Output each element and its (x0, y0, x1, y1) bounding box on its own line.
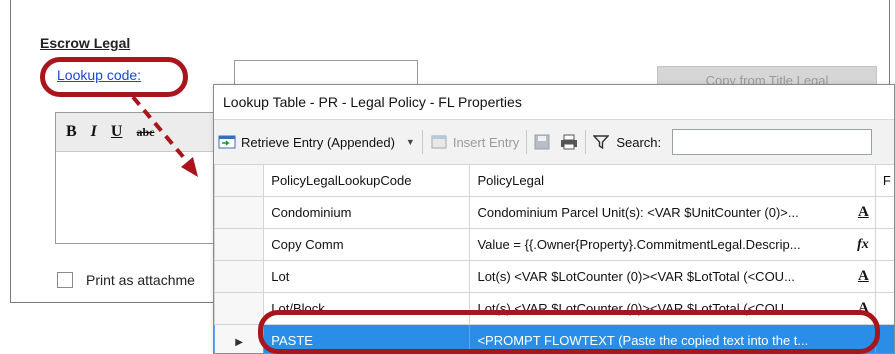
cell-extra (874, 292, 894, 325)
row-header-corner (214, 164, 265, 197)
retrieve-entry-button[interactable]: Retrieve Entry (Appended) ▼ (214, 127, 419, 157)
toolbar-separator (526, 130, 528, 154)
save-icon (534, 134, 552, 150)
table-row[interactable]: Lot Lot(s) <VAR $LotCounter (0)><VAR $Lo… (214, 260, 894, 293)
underline-button[interactable]: U (111, 123, 123, 141)
table-row[interactable]: Copy Comm Value = {{.Owner{Property}.Com… (214, 228, 894, 261)
cell-code[interactable]: Condominium (263, 196, 471, 229)
italic-button[interactable]: I (91, 123, 97, 141)
row-selector[interactable] (214, 260, 265, 293)
legal-text: Value = {{.Owner{Property}.CommitmentLeg… (477, 237, 801, 252)
dropdown-chevron-icon[interactable]: ▼ (406, 137, 415, 147)
strikethrough-button[interactable]: abc (136, 125, 154, 140)
toolbar-separator (585, 130, 587, 154)
cell-code[interactable]: Lot/Block (263, 292, 471, 325)
row-selector[interactable] (214, 196, 265, 229)
retrieve-icon (218, 134, 236, 150)
toolbar-separator (421, 130, 423, 154)
cell-extra (874, 228, 894, 261)
column-header-code[interactable]: PolicyLegalLookupCode (263, 164, 471, 197)
escrow-legal-title: Escrow Legal (40, 35, 131, 51)
print-as-attachment-checkbox[interactable] (57, 272, 73, 288)
text-type-icon: A (857, 204, 869, 220)
lookup-grid: PolicyLegalLookupCode PolicyLegal F Cond… (214, 164, 894, 353)
retrieve-entry-label: Retrieve Entry (Appended) (241, 134, 395, 150)
cell-extra (874, 196, 894, 229)
save-button[interactable] (530, 127, 556, 157)
rte-toolbar: B I U abc (56, 113, 229, 152)
search-input[interactable] (672, 129, 873, 155)
column-header-extra[interactable]: F (874, 164, 894, 197)
row-selector[interactable] (214, 292, 265, 325)
legal-text: <PROMPT FLOWTEXT (Paste the copied text … (477, 333, 809, 348)
cell-legal[interactable]: Lot(s) <VAR $LotCounter (0)><VAR $LotTot… (469, 260, 876, 293)
insert-icon (430, 134, 448, 150)
window-title: Lookup Table - PR - Legal Policy - FL Pr… (214, 85, 894, 120)
text-type-icon: A (857, 300, 869, 316)
cell-code[interactable]: PASTE (263, 324, 471, 353)
window-toolbar: Retrieve Entry (Appended) ▼ Insert Entry (214, 120, 894, 165)
formula-icon: fx (857, 236, 869, 252)
cell-legal[interactable]: <PROMPT FLOWTEXT (Paste the copied text … (469, 324, 876, 353)
cell-legal[interactable]: Lot(s) <VAR $LotCounter (0)><VAR $LotTot… (469, 292, 876, 325)
row-selector[interactable]: ▶ (214, 324, 265, 353)
cell-code[interactable]: Copy Comm (263, 228, 471, 261)
highlight-oval-lookup (40, 57, 188, 97)
printer-icon (560, 134, 578, 150)
cell-extra (874, 260, 894, 293)
filter-icon (592, 134, 611, 150)
bold-button[interactable]: B (66, 123, 77, 141)
insert-entry-button[interactable]: Insert Entry (426, 127, 523, 157)
grid-header-row: PolicyLegalLookupCode PolicyLegal F (214, 164, 894, 197)
cell-legal[interactable]: Value = {{.Owner{Property}.CommitmentLeg… (469, 228, 876, 261)
print-as-attachment-label: Print as attachme (86, 272, 195, 288)
legal-rich-text-editor[interactable]: B I U abc (55, 112, 230, 244)
lookup-table-window: Lookup Table - PR - Legal Policy - FL Pr… (213, 84, 895, 354)
search-label: Search: (616, 134, 662, 150)
search-area: Search: (589, 127, 876, 157)
current-row-arrow-icon: ▶ (235, 337, 243, 348)
legal-text: Lot(s) <VAR $LotCounter (0)><VAR $LotTot… (477, 301, 795, 316)
row-selector[interactable] (214, 228, 265, 261)
table-row[interactable]: Lot/Block Lot(s) <VAR $LotCounter (0)><V… (214, 292, 894, 325)
table-row-selected[interactable]: ▶ PASTE <PROMPT FLOWTEXT (Paste the copi… (214, 324, 894, 353)
cell-code[interactable]: Lot (263, 260, 471, 293)
cell-legal[interactable]: Condominium Parcel Unit(s): <VAR $UnitCo… (469, 196, 876, 229)
legal-text: Condominium Parcel Unit(s): <VAR $UnitCo… (477, 205, 799, 220)
legal-text: Lot(s) <VAR $LotCounter (0)><VAR $LotTot… (477, 269, 795, 284)
print-button[interactable] (556, 127, 582, 157)
table-row[interactable]: Condominium Condominium Parcel Unit(s): … (214, 196, 894, 229)
text-type-icon: A (857, 268, 869, 284)
column-header-legal[interactable]: PolicyLegal (469, 164, 876, 197)
insert-entry-label: Insert Entry (452, 134, 520, 150)
cell-extra (874, 324, 894, 353)
